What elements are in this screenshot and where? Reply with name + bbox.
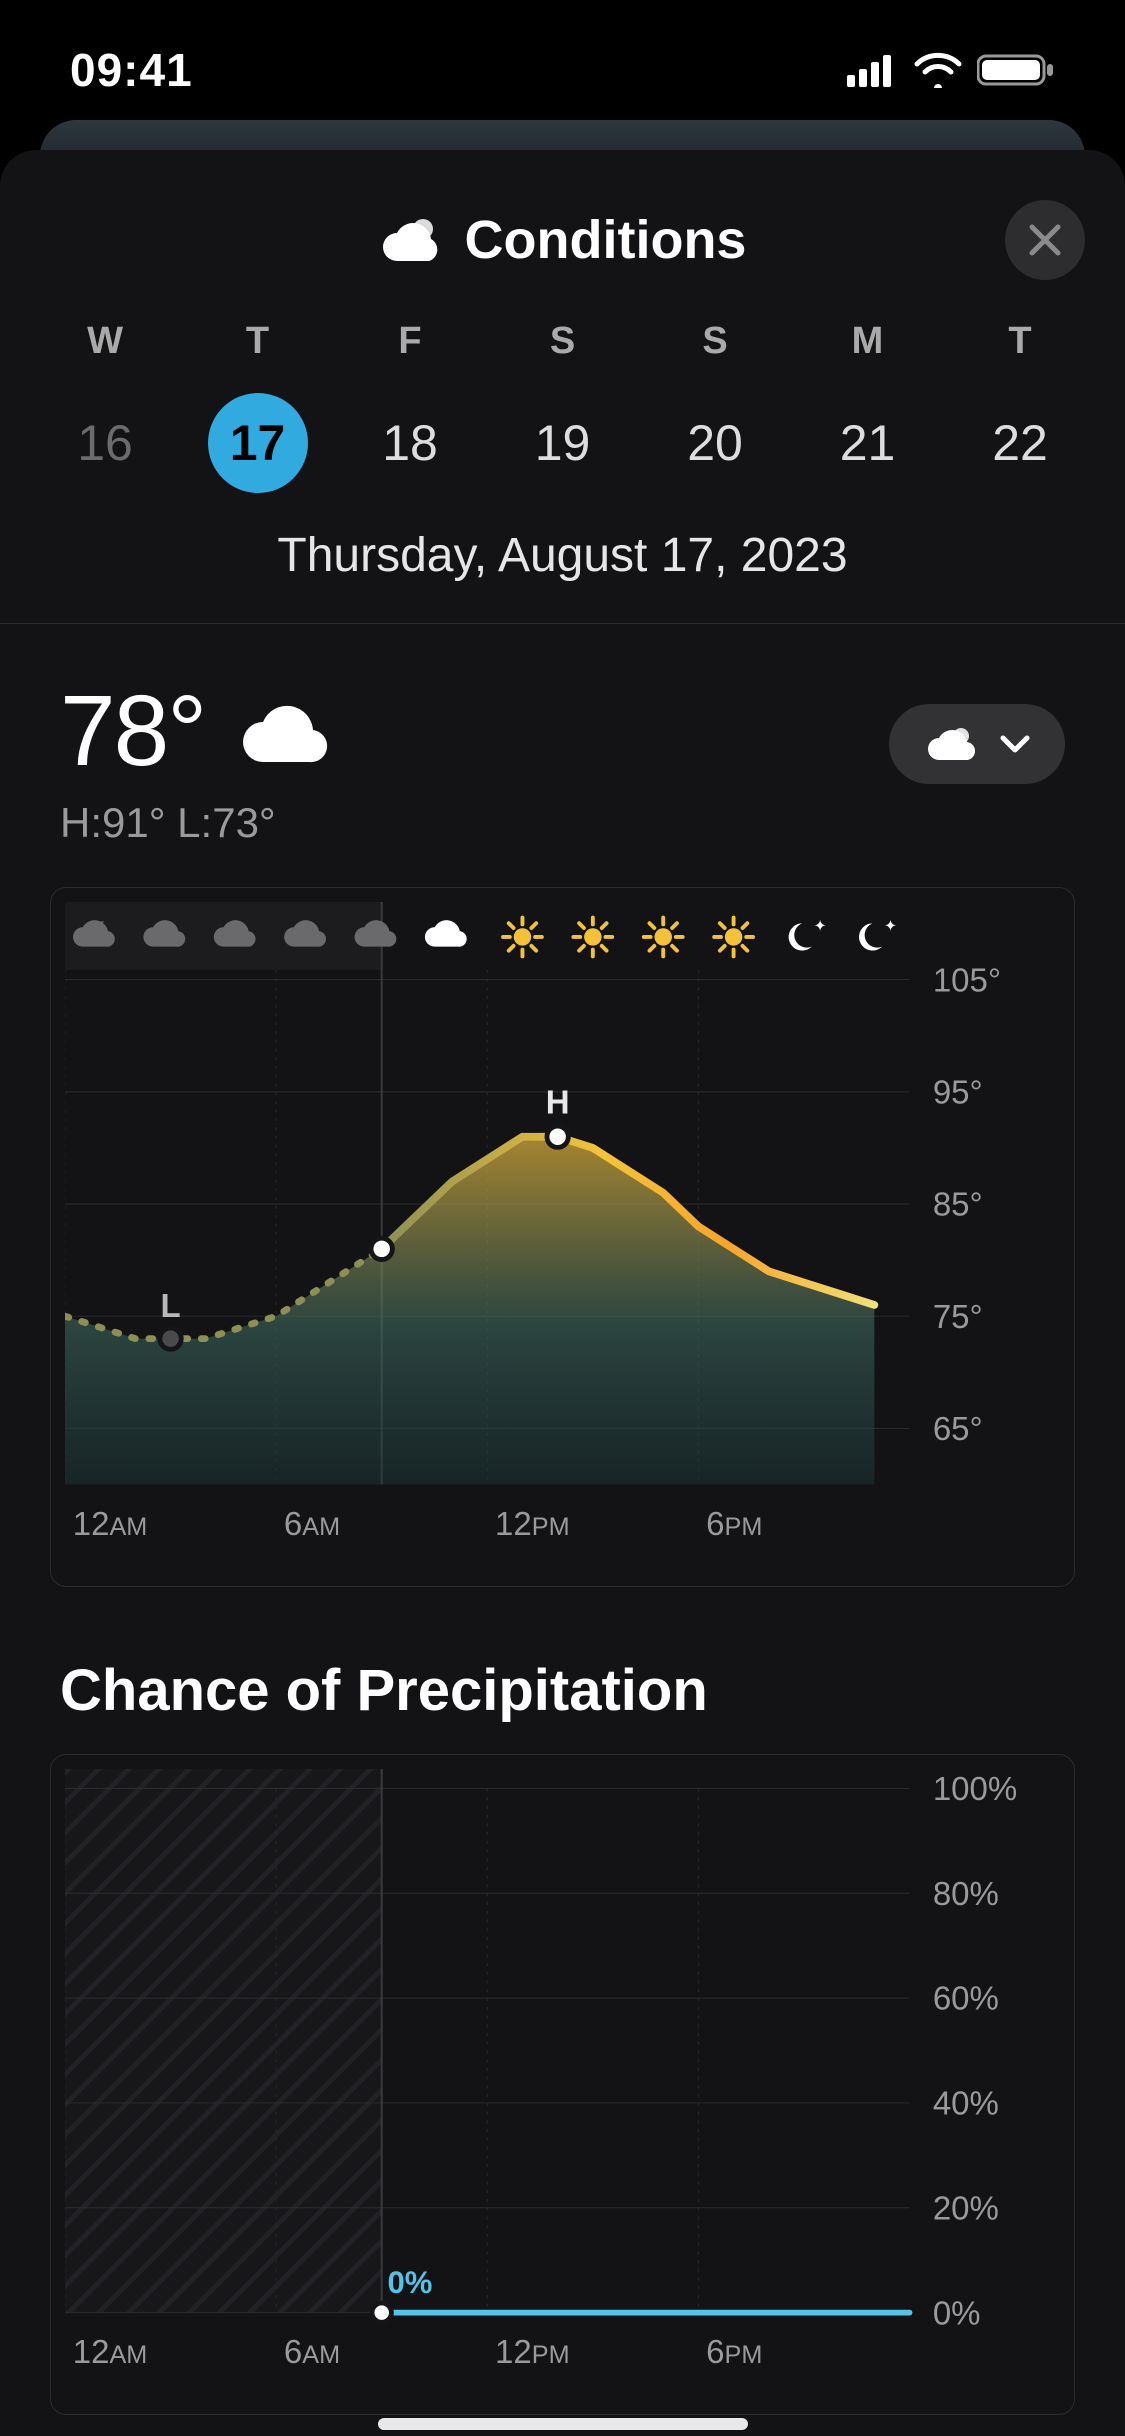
day-number: 22 <box>970 393 1070 493</box>
day-letter: F <box>398 320 421 363</box>
svg-text:6AM: 6AM <box>284 2333 340 2370</box>
svg-text:75°: 75° <box>933 1298 983 1335</box>
status-indicators <box>847 52 1055 88</box>
sun-icon <box>503 918 542 957</box>
day-column[interactable]: M 21 <box>813 320 923 493</box>
day-column[interactable]: S 19 <box>508 320 618 493</box>
svg-text:0%: 0% <box>388 2265 433 2300</box>
svg-text:0%: 0% <box>933 2294 981 2331</box>
day-letter: W <box>87 320 123 363</box>
day-letter: T <box>1008 320 1031 363</box>
partly-cloudy-icon <box>923 724 979 764</box>
close-icon <box>1027 222 1063 258</box>
day-letter: S <box>702 320 727 363</box>
status-bar: 09:41 <box>0 0 1125 120</box>
svg-text:✦: ✦ <box>884 918 897 935</box>
sun-icon <box>644 918 683 957</box>
svg-text:6PM: 6PM <box>706 1505 762 1542</box>
close-button[interactable] <box>1005 200 1085 280</box>
cloud-icon <box>235 696 335 768</box>
svg-text:6PM: 6PM <box>706 2333 762 2370</box>
day-number: 18 <box>360 393 460 493</box>
selected-date-label: Thursday, August 17, 2023 <box>0 528 1125 583</box>
svg-text:H: H <box>546 1083 570 1120</box>
sheet-title: Conditions <box>465 209 747 271</box>
day-column[interactable]: T 22 <box>965 320 1075 493</box>
svg-text:95°: 95° <box>933 1073 983 1110</box>
day-number: 19 <box>513 393 613 493</box>
svg-text:12PM: 12PM <box>495 1505 570 1542</box>
day-column[interactable]: W 16 <box>50 320 160 493</box>
day-letter: T <box>246 320 269 363</box>
wifi-icon <box>913 52 963 88</box>
cloud-white-icon <box>425 920 467 947</box>
temperature-chart[interactable]: H L 105° 95° 85° 75° 65° 12AM 6AM 12PM 6PM ✦ ✦ <box>50 887 1075 1587</box>
sun-icon <box>573 918 612 957</box>
day-number: 20 <box>665 393 765 493</box>
svg-text:100%: 100% <box>933 1770 1017 1807</box>
cloud-icon <box>379 215 445 265</box>
svg-text:65°: 65° <box>933 1410 983 1447</box>
day-column[interactable]: S 20 <box>660 320 770 493</box>
svg-text:12PM: 12PM <box>495 2333 570 2370</box>
svg-text:60%: 60% <box>933 1980 999 2017</box>
svg-text:12AM: 12AM <box>73 1505 148 1542</box>
conditions-dropdown[interactable] <box>889 704 1065 784</box>
status-time: 09:41 <box>70 43 193 97</box>
home-indicator <box>378 2418 748 2430</box>
svg-text:40%: 40% <box>933 2085 999 2122</box>
day-selector[interactable]: W 16 T 17 F 18 S 19 S 20 M 21 T 22 <box>0 290 1125 503</box>
svg-text:12AM: 12AM <box>73 2333 148 2370</box>
day-letter: M <box>852 320 884 363</box>
day-number: 21 <box>818 393 918 493</box>
svg-text:85°: 85° <box>933 1186 983 1223</box>
svg-text:✦: ✦ <box>814 918 827 935</box>
cellular-icon <box>847 53 899 87</box>
svg-text:6AM: 6AM <box>284 1505 340 1542</box>
moon-stars-icon: ✦ <box>789 918 827 950</box>
moon-stars-icon: ✦ <box>859 918 897 950</box>
day-number: 16 <box>55 393 155 493</box>
conditions-sheet: Conditions W 16 T 17 F 18 S 19 S 20 M 21 T 22 Thursda… <box>0 150 1125 2436</box>
day-column[interactable]: T 17 <box>203 320 313 493</box>
day-column[interactable]: F 18 <box>355 320 465 493</box>
svg-text:20%: 20% <box>933 2190 999 2227</box>
svg-text:L: L <box>160 1287 180 1324</box>
svg-text:80%: 80% <box>933 1875 999 1912</box>
battery-icon <box>977 52 1055 88</box>
sheet-header: Conditions <box>0 190 1125 290</box>
day-number: 17 <box>208 393 308 493</box>
current-temperature: 78° <box>60 674 205 789</box>
high-low-label: H:91° L:73° <box>60 799 335 847</box>
current-conditions: 78° H:91° L:73° <box>0 624 1125 877</box>
precipitation-chart[interactable]: 0% 100% 80% 60% 40% 20% 0% 12AM 6AM 12PM 6PM <box>50 1754 1075 2415</box>
sun-icon <box>714 918 753 957</box>
chevron-down-icon <box>999 734 1031 754</box>
precipitation-title: Chance of Precipitation <box>0 1587 1125 1754</box>
svg-text:105°: 105° <box>933 961 1001 998</box>
day-letter: S <box>550 320 575 363</box>
